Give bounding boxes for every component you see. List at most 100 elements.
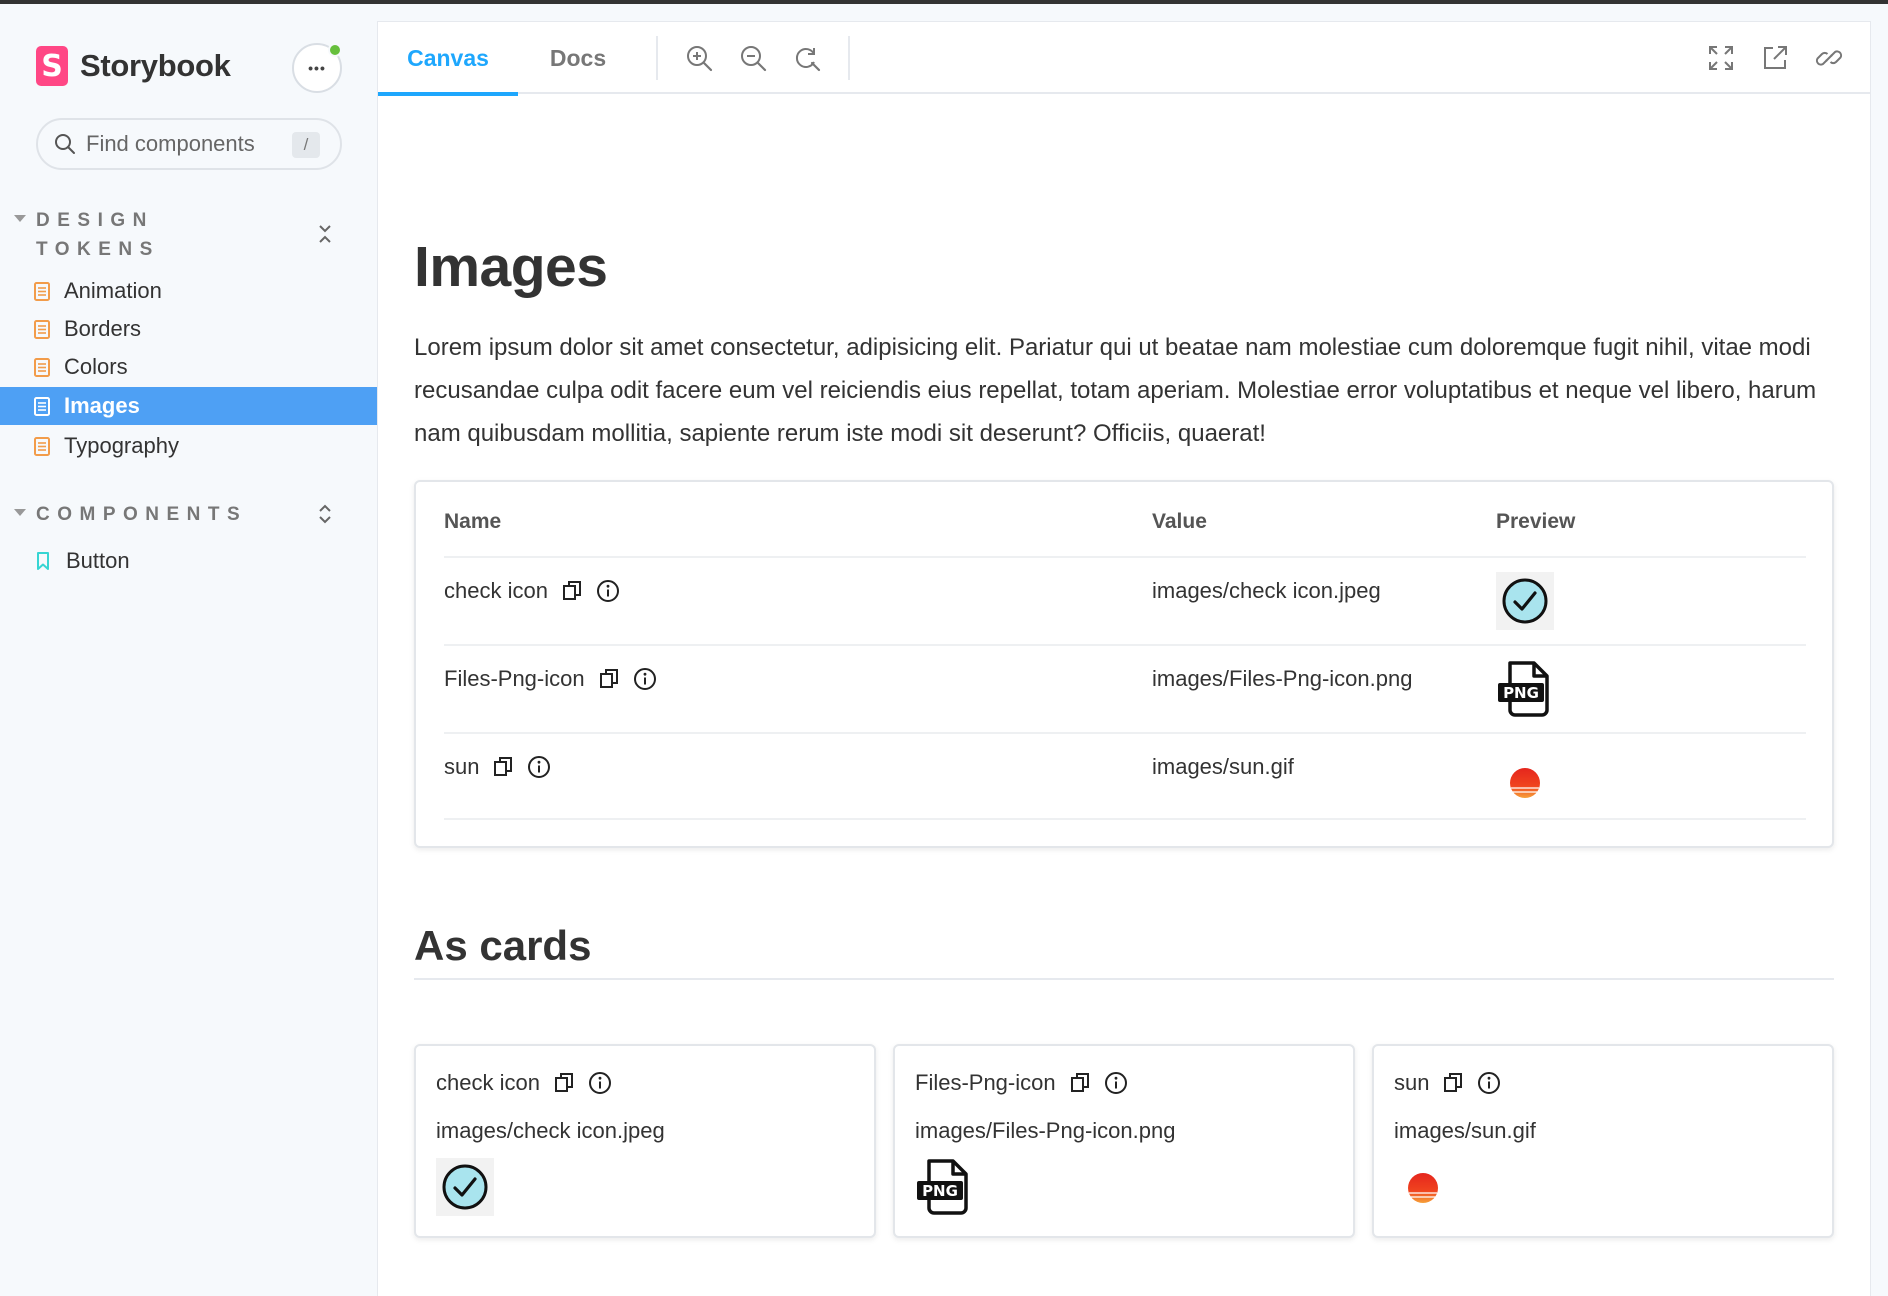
info-icon[interactable] xyxy=(588,1071,612,1095)
collapse-all-icon[interactable] xyxy=(316,222,334,246)
column-header-name: Name xyxy=(444,510,502,533)
check-circle-icon xyxy=(1496,572,1554,630)
expand-all-icon[interactable] xyxy=(316,502,334,526)
tab-label: Docs xyxy=(549,44,607,71)
sidebar-item-label: Animation xyxy=(64,278,162,303)
group-label: COMPONENTS xyxy=(36,504,248,525)
image-path: images/Files-Png-icon.png xyxy=(1152,666,1413,691)
storybook-logo-icon: S xyxy=(36,46,68,86)
sidebar-item-typography[interactable]: Typography xyxy=(0,427,378,465)
check-circle-icon xyxy=(436,1158,494,1216)
intro-paragraph: Lorem ipsum dolor sit amet consectetur, … xyxy=(414,334,1817,447)
copy-icon[interactable] xyxy=(491,755,515,779)
info-icon[interactable] xyxy=(596,579,620,603)
image-path: images/check icon.jpeg xyxy=(1152,578,1381,603)
sidebar-item-colors[interactable]: Colors xyxy=(0,348,378,386)
sidebar-item-label: Colors xyxy=(64,354,128,379)
preview-panel: Canvas Docs Images Lorem ipsum dolor sit… xyxy=(378,22,1870,1296)
active-tab-indicator xyxy=(378,92,518,96)
page-title: Images xyxy=(414,235,608,299)
sidebar-menu-button[interactable]: ••• xyxy=(292,43,342,93)
section-title-cards: As cards xyxy=(414,922,592,969)
image-name: sun xyxy=(444,754,551,780)
document-icon xyxy=(34,281,50,301)
image-name-text: Files-Png-icon xyxy=(915,1070,1056,1095)
zoom-out-icon[interactable] xyxy=(738,43,768,73)
copy-icon[interactable] xyxy=(597,667,621,691)
image-name: Files-Png-icon xyxy=(915,1070,1128,1096)
sidebar-item-borders[interactable]: Borders xyxy=(0,310,378,348)
image-path: images/check icon.jpeg xyxy=(436,1118,665,1143)
tab-canvas[interactable]: Canvas xyxy=(378,22,518,96)
toolbar: Canvas Docs xyxy=(378,22,1870,96)
png-label: PNG xyxy=(922,1182,958,1200)
image-preview xyxy=(1394,1158,1452,1216)
document-icon xyxy=(34,357,50,377)
bookmark-icon xyxy=(37,552,49,570)
image-name-text: sun xyxy=(444,754,480,779)
image-preview xyxy=(1496,748,1554,806)
info-icon[interactable] xyxy=(1477,1071,1501,1095)
search-box[interactable]: / xyxy=(36,118,342,170)
copy-icon[interactable] xyxy=(552,1071,576,1095)
group-design-tokens[interactable]: DESIGN TOKENS xyxy=(14,206,196,264)
brand-name: Storybook xyxy=(80,48,231,83)
search-shortcut-key: / xyxy=(292,132,320,158)
image-name-text: sun xyxy=(1394,1070,1430,1095)
image-card: sun images/sun.gif xyxy=(1372,1044,1834,1238)
copy-link-icon[interactable] xyxy=(1814,43,1844,73)
group-components[interactable]: COMPONENTS xyxy=(14,500,296,529)
search-input[interactable] xyxy=(86,131,286,157)
document-icon xyxy=(34,319,50,339)
search-icon xyxy=(55,134,75,154)
image-name: check icon xyxy=(444,578,620,604)
image-path: images/sun.gif xyxy=(1152,754,1294,779)
sidebar: S Storybook ••• / DESIGN TOKENS Animatio… xyxy=(0,4,378,1296)
image-path: images/sun.gif xyxy=(1394,1118,1536,1143)
info-icon[interactable] xyxy=(1104,1071,1128,1095)
caret-down-icon xyxy=(14,215,26,222)
table-row: sun images/sun.gif xyxy=(444,732,1806,820)
image-preview xyxy=(436,1158,494,1216)
table-row: Files-Png-icon images/Files-Png-icon.png… xyxy=(444,644,1806,732)
sidebar-item-label: Images xyxy=(64,393,140,418)
brand[interactable]: S Storybook xyxy=(36,44,231,88)
column-header-value: Value xyxy=(1152,510,1207,533)
image-name-text: Files-Png-icon xyxy=(444,666,585,691)
image-name-text: check icon xyxy=(436,1070,540,1095)
group-label: DESIGN TOKENS xyxy=(36,210,160,260)
png-file-icon: PNG xyxy=(1498,661,1549,717)
image-name: Files-Png-icon xyxy=(444,666,657,692)
sidebar-item-animation[interactable]: Animation xyxy=(0,272,378,310)
copy-icon[interactable] xyxy=(560,579,584,603)
zoom-in-icon[interactable] xyxy=(684,43,714,73)
png-label: PNG xyxy=(1503,684,1539,702)
image-path: images/Files-Png-icon.png xyxy=(915,1118,1176,1143)
images-table: Name Value Preview check icon images/che… xyxy=(414,480,1834,848)
fullscreen-icon[interactable] xyxy=(1706,43,1736,73)
copy-icon[interactable] xyxy=(1441,1071,1465,1095)
reset-zoom-icon[interactable] xyxy=(792,43,822,73)
toolbar-divider xyxy=(848,36,850,80)
image-name-text: check icon xyxy=(444,578,548,603)
notification-dot xyxy=(328,43,342,57)
image-preview: PNG xyxy=(915,1158,973,1216)
sidebar-item-button[interactable]: Button xyxy=(0,542,378,580)
sidebar-item-label: Typography xyxy=(64,433,179,458)
image-card: check icon images/check icon.jpeg xyxy=(414,1044,876,1238)
table-row: check icon images/check icon.jpeg xyxy=(444,556,1806,644)
copy-icon[interactable] xyxy=(1068,1071,1092,1095)
sidebar-item-images[interactable]: Images xyxy=(0,387,378,425)
open-new-tab-icon[interactable] xyxy=(1760,43,1790,73)
info-icon[interactable] xyxy=(633,667,657,691)
toolbar-divider xyxy=(656,36,658,80)
image-name: sun xyxy=(1394,1070,1501,1096)
tab-docs[interactable]: Docs xyxy=(518,22,638,94)
info-icon[interactable] xyxy=(527,755,551,779)
image-preview: PNG xyxy=(1496,660,1554,718)
tab-label: Canvas xyxy=(407,44,489,71)
column-header-preview: Preview xyxy=(1496,510,1576,533)
caret-down-icon xyxy=(14,509,26,516)
section-divider xyxy=(414,978,1834,980)
sun-icon xyxy=(1510,768,1540,798)
